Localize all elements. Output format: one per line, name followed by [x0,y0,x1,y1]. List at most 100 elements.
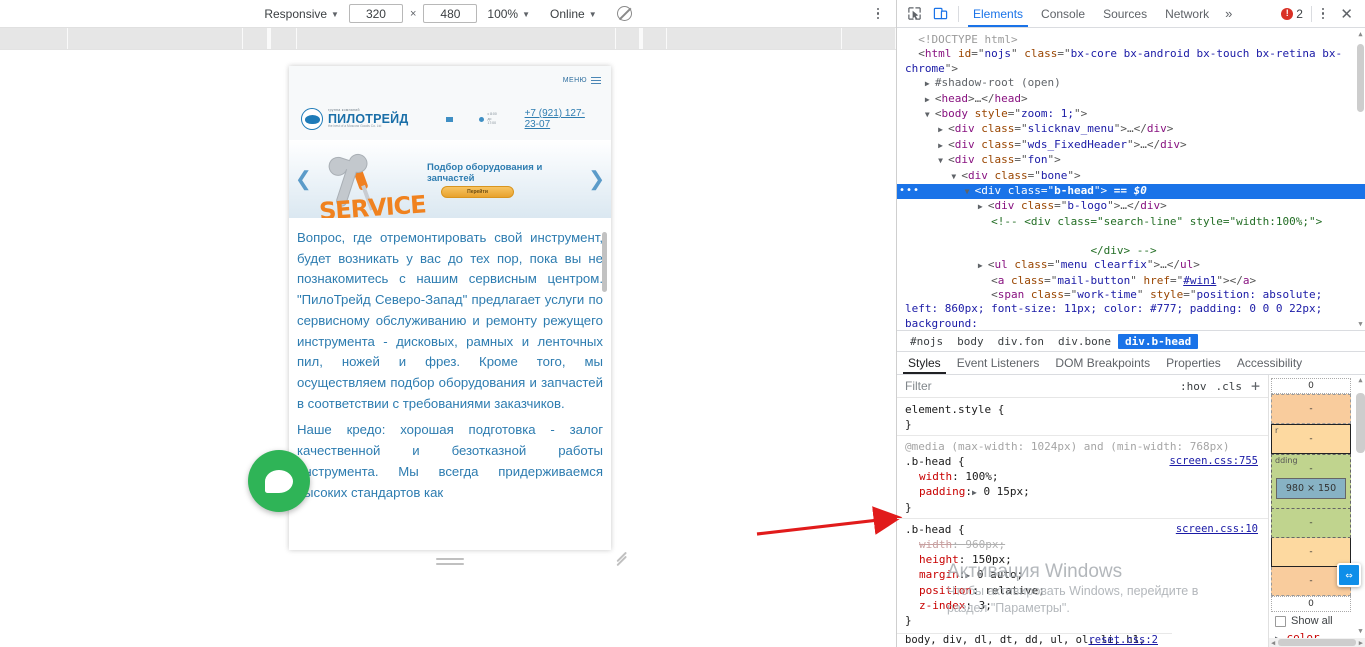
site-banner-slider[interactable]: ❮ ❯ SERVICE Подбор оборудования и запчас… [289,140,611,218]
zoom-selector[interactable]: 100% ▼ [477,7,540,21]
dom-line-shadow-root[interactable]: ▶ #shadow-root (open) [897,76,1365,91]
breadcrumb-item-div-b-head[interactable]: div.b-head [1117,333,1199,349]
reset-rule-source[interactable]: reset.css:2 [1088,634,1158,646]
breadcrumb-item-body[interactable]: body [950,334,991,349]
hov-toggle[interactable]: :hov [1180,380,1207,393]
style-rule-element-style[interactable]: element.style { } [897,402,1268,432]
breadcrumb-item-nojs[interactable]: #nojs [903,334,950,349]
dom-line-html[interactable]: <html id="nojs" class="bx-core bx-androi… [897,47,1365,76]
dom-line-work-time-span[interactable]: <span class="work-time" style="position:… [897,288,1365,330]
declaration-width-overridden[interactable]: width: 960px; [905,537,1260,552]
device-selector[interactable]: Responsive ▼ [254,7,349,21]
inspect-element-icon[interactable] [901,2,927,26]
declaration-value[interactable]: 100%; [965,470,998,483]
show-all-checkbox[interactable] [1275,615,1286,627]
style-rule-bhead-media[interactable]: @media (max-width: 1024px) and (min-widt… [897,435,1268,515]
styles-filter-input[interactable]: Filter [905,379,932,393]
a-href-value[interactable]: #win1 [1183,274,1216,287]
dom-line-b-head-selected[interactable]: ••• ▼ <div class="b-head"> == $0 [897,184,1365,200]
no-throttling-icon[interactable] [607,6,642,21]
page-scrollbar[interactable] [602,232,607,292]
metrics-horizontal-scrollbar[interactable]: ◀ ▶ [1269,638,1365,647]
dom-line-bone[interactable]: ▼ <div class="bone"> [897,169,1365,184]
devtools-menu-button[interactable] [1316,7,1331,20]
tab-console[interactable]: Console [1032,0,1094,27]
mail-button-icon[interactable] [446,116,454,122]
declaration-value[interactable]: 150px; [972,553,1012,566]
breadcrumb-item-div-fon[interactable]: div.fon [991,334,1051,349]
box-model-bottom-value[interactable]: 0 [1271,596,1351,612]
declaration-value[interactable]: 0 auto; [977,568,1023,581]
dom-line-b-logo[interactable]: ▶ <div class="b-logo">…</div> [897,199,1365,214]
dom-line-comment-open[interactable]: <!-- <div class="search-line" style="wid… [897,215,1365,229]
chat-bubble-icon[interactable] [248,450,310,512]
banner-cta-button[interactable]: Перейти [441,186,514,198]
declaration-value[interactable]: relative; [985,584,1045,597]
dom-line-mail-button[interactable]: <a class="mail-button" href="#win1"></a> [897,274,1365,288]
dom-tree-scrollbar[interactable]: ▲ ▼ [1357,30,1364,328]
site-menu-toggle[interactable]: МЕНЮ [563,75,601,86]
viewport-width-input[interactable] [348,4,403,23]
declaration-property[interactable]: padding [905,485,965,498]
declaration-property[interactable]: height [905,553,959,566]
dom-line-body[interactable]: ▼ <body style="zoom: 1;"> [897,107,1365,122]
dom-tree[interactable]: <!DOCTYPE html> <html id="nojs" class="b… [897,28,1365,331]
declaration-property[interactable]: position [905,584,972,597]
tab-network[interactable]: Network [1156,0,1218,27]
chevron-double-right-icon[interactable]: » [1218,6,1239,21]
show-all-row[interactable]: Show all [1269,612,1365,630]
declaration-value[interactable]: 960px; [965,538,1005,551]
dom-line-ul-menu[interactable]: ▶ <ul class="menu clearfix">…</ul> [897,258,1365,273]
metrics-scrollbar[interactable]: ▲ ▼ [1356,375,1365,647]
cls-toggle[interactable]: .cls [1215,380,1242,393]
declaration-property[interactable]: z-index [905,599,965,612]
rule-selector[interactable]: .b-head { [905,455,965,468]
rule-selector[interactable]: .b-head { [905,523,965,536]
declaration-property[interactable]: margin [905,568,959,581]
dom-line-doctype[interactable]: <!DOCTYPE html> [897,33,1365,47]
declaration-width[interactable]: width: 100%; [905,469,1260,484]
box-model-padding-bottom[interactable]: - [1271,509,1351,538]
tab-properties[interactable]: Properties [1158,352,1229,374]
network-throttle-selector[interactable]: Online ▼ [540,7,607,21]
teamviewer-arrows-icon[interactable]: ⇔ [1337,563,1361,587]
declaration-property[interactable]: width [905,538,952,551]
tab-sources[interactable]: Sources [1094,0,1156,27]
dom-line-comment-close[interactable]: </div> --> [897,244,1365,258]
viewport-height-input[interactable] [423,4,478,23]
declaration-property[interactable]: width [905,470,952,483]
tab-event-listeners[interactable]: Event Listeners [949,352,1048,374]
box-model-content-size[interactable]: 980 × 150 [1276,478,1346,499]
rule-selector[interactable]: element.style { [905,402,1260,417]
declaration-value[interactable]: 0 15px; [983,485,1029,498]
ellipsis-badge-icon[interactable]: ••• [899,184,920,198]
box-model-margin[interactable]: - [1271,394,1351,424]
declaration-margin[interactable]: margin:▶ 0 auto; [905,567,1260,583]
dom-line-wds-fixedheader[interactable]: ▶ <div class="wds_FixedHeader">…</div> [897,138,1365,153]
viewport-resize-handle-corner[interactable] [615,551,627,566]
error-count-badge[interactable]: ! 2 [1277,7,1307,21]
rule-source-link[interactable]: screen.css:10 [1176,522,1258,537]
header-phone-link[interactable]: +7 (921) 127-23-07 [525,108,599,130]
tab-styles[interactable]: Styles [900,352,949,374]
declaration-height[interactable]: height: 150px; [905,552,1260,567]
breadcrumb-item-div-bone[interactable]: div.bone [1051,334,1118,349]
declaration-padding[interactable]: padding:▶ 0 15px; [905,484,1260,500]
declaration-value[interactable]: 3; [979,599,992,612]
tab-accessibility[interactable]: Accessibility [1229,352,1310,374]
device-toolbar-icon[interactable] [927,2,953,26]
viewport-resize-handle-bottom[interactable] [436,558,464,566]
style-rule-reset[interactable]: body, div, dl, dt, dd, ul, ol, li, h1, r… [897,633,1172,647]
box-model-border[interactable]: r - [1271,424,1351,454]
new-style-rule-button[interactable]: + [1251,378,1260,394]
emulated-page-viewport[interactable]: МЕНЮ группа компаний ПИЛОТРЕЙД the best … [289,66,611,550]
tab-elements[interactable]: Elements [964,0,1032,27]
dom-line-head[interactable]: ▶ <head>…</head> [897,92,1365,107]
box-model-top-value[interactable]: 0 [1271,378,1351,394]
box-model-padding[interactable]: dding - 980 × 150 [1271,454,1351,509]
declaration-position[interactable]: position: relative; [905,583,1260,598]
device-toolbar-menu-button[interactable] [870,6,886,22]
close-icon[interactable]: ✕ [1332,5,1361,23]
dom-line-fon[interactable]: ▼ <div class="fon"> [897,153,1365,168]
style-rule-bhead-base[interactable]: .b-head { screen.css:10 width: 960px; hei… [897,518,1268,628]
